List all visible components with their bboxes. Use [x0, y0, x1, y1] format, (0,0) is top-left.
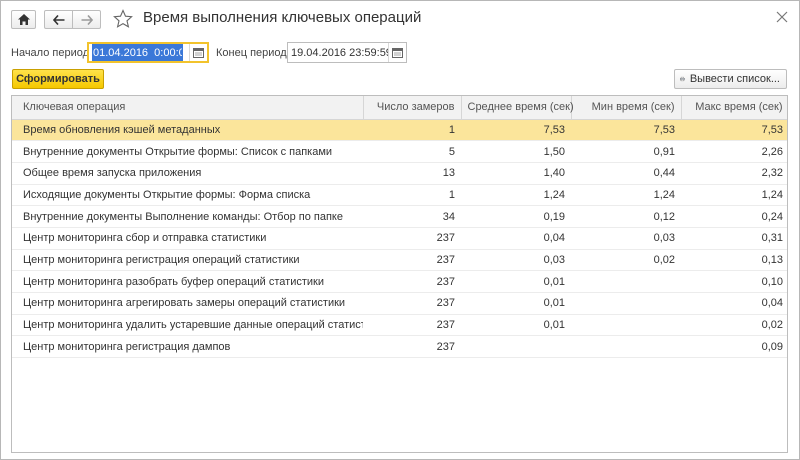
forward-button[interactable] — [72, 10, 101, 29]
cell-max: 2,32 — [681, 162, 787, 185]
table-row[interactable]: Центр мониторинга разобрать буфер операц… — [12, 270, 787, 293]
page-title: Время выполнения ключевых операций — [143, 9, 422, 26]
export-list-label: Вывести список... — [689, 73, 780, 85]
table-row[interactable]: Общее время запуска приложения 13 1,40 0… — [12, 162, 787, 185]
operations-table[interactable]: Ключевая операция Число замеров Среднее … — [11, 95, 788, 453]
cell-avg: 0,03 — [461, 249, 571, 272]
cell-count: 237 — [363, 270, 461, 293]
report-window: Время выполнения ключевых операций Начал… — [0, 0, 800, 460]
cell-max: 1,24 — [681, 184, 787, 207]
cell-min: 0,44 — [571, 162, 681, 185]
table-row[interactable]: Внутренние документы Открытие формы: Спи… — [12, 140, 787, 163]
arrow-right-icon — [81, 14, 93, 25]
calendar-icon — [392, 47, 403, 58]
start-period-field[interactable] — [87, 42, 209, 63]
column-header-operation[interactable]: Ключевая операция — [12, 96, 364, 120]
table-row[interactable]: Внутренние документы Выполнение команды:… — [12, 205, 787, 228]
cell-min: 7,53 — [571, 119, 681, 142]
end-period-label: Конец периода: — [216, 47, 296, 59]
end-period-input[interactable] — [291, 44, 388, 61]
start-period-label: Начало периода: — [11, 47, 99, 59]
table-header-row: Ключевая операция Число замеров Среднее … — [12, 96, 787, 120]
cell-avg: 1,40 — [461, 162, 571, 185]
cell-count: 237 — [363, 335, 461, 359]
cell-max: 2,26 — [681, 140, 787, 163]
cell-avg: 0,19 — [461, 205, 571, 228]
cell-min — [571, 335, 681, 359]
window-header: Время выполнения ключевых операций — [1, 1, 799, 37]
cell-max: 0,02 — [681, 314, 787, 337]
cell-operation: Центр мониторинга агрегировать замеры оп… — [12, 292, 363, 315]
cell-operation: Общее время запуска приложения — [12, 162, 363, 185]
cell-avg: 7,53 — [461, 119, 571, 142]
cell-operation: Внутренние документы Выполнение команды:… — [12, 205, 363, 228]
end-calendar-button[interactable] — [388, 43, 406, 62]
cell-min: 0,03 — [571, 227, 681, 250]
cell-min: 0,12 — [571, 205, 681, 228]
cell-max: 7,53 — [681, 119, 787, 142]
cell-max: 0,31 — [681, 227, 787, 250]
cell-max: 0,24 — [681, 205, 787, 228]
table-row[interactable]: Центр мониторинга агрегировать замеры оп… — [12, 292, 787, 315]
cell-max: 0,09 — [681, 335, 787, 359]
cell-count: 237 — [363, 227, 461, 250]
column-header-count[interactable]: Число замеров — [363, 96, 462, 120]
table-row[interactable]: Время обновления кэшей метаданных 1 7,53… — [12, 119, 787, 142]
cell-count: 5 — [363, 140, 461, 163]
cell-avg: 0,04 — [461, 227, 571, 250]
table-row[interactable]: Центр мониторинга сбор и отправка статис… — [12, 227, 787, 250]
cell-operation: Исходящие документы Открытие формы: Форм… — [12, 184, 363, 207]
cell-avg: 1,50 — [461, 140, 571, 163]
cell-max: 0,13 — [681, 249, 787, 272]
printer-list-icon — [680, 76, 685, 82]
home-button[interactable] — [11, 10, 36, 29]
export-list-button[interactable]: Вывести список... — [674, 69, 787, 89]
cell-min: 1,24 — [571, 184, 681, 207]
column-header-max[interactable]: Макс время (сек) — [681, 96, 787, 120]
cell-count: 1 — [363, 184, 461, 207]
cell-count: 13 — [363, 162, 461, 185]
cell-count: 237 — [363, 249, 461, 272]
cell-count: 237 — [363, 292, 461, 315]
cell-min — [571, 270, 681, 293]
cell-operation: Центр мониторинга регистрация операций с… — [12, 249, 363, 272]
star-icon[interactable] — [113, 9, 133, 29]
cell-operation: Центр мониторинга удалить устаревшие дан… — [12, 314, 363, 337]
cell-count: 1 — [363, 119, 461, 142]
cell-min — [571, 314, 681, 337]
cell-min: 0,91 — [571, 140, 681, 163]
cell-count: 34 — [363, 205, 461, 228]
cell-count: 237 — [363, 314, 461, 337]
cell-operation: Внутренние документы Открытие формы: Спи… — [12, 140, 363, 163]
cell-max: 0,10 — [681, 270, 787, 293]
start-period-input[interactable] — [92, 44, 183, 61]
back-button[interactable] — [44, 10, 73, 29]
home-icon — [17, 14, 30, 25]
calendar-icon — [193, 47, 204, 58]
column-header-avg[interactable]: Среднее время (сек) — [461, 96, 574, 120]
cell-operation: Центр мониторинга регистрация дампов — [12, 335, 363, 359]
table-row[interactable]: Исходящие документы Открытие формы: Форм… — [12, 184, 787, 207]
table-row[interactable]: Центр мониторинга удалить устаревшие дан… — [12, 314, 787, 337]
cell-max: 0,04 — [681, 292, 787, 315]
cell-min: 0,02 — [571, 249, 681, 272]
close-icon[interactable] — [775, 10, 789, 24]
cell-avg: 0,01 — [461, 270, 571, 293]
column-header-min[interactable]: Мин время (сек) — [571, 96, 682, 120]
end-period-field[interactable] — [287, 42, 407, 63]
cell-avg — [461, 335, 571, 359]
cell-avg: 0,01 — [461, 314, 571, 337]
table-row[interactable]: Центр мониторинга регистрация дампов 237… — [12, 335, 787, 359]
start-calendar-button[interactable] — [189, 44, 207, 61]
cell-avg: 1,24 — [461, 184, 571, 207]
cell-operation: Время обновления кэшей метаданных — [12, 119, 363, 142]
cell-avg: 0,01 — [461, 292, 571, 315]
generate-button[interactable]: Сформировать — [12, 69, 104, 89]
cell-min — [571, 292, 681, 315]
cell-operation: Центр мониторинга разобрать буфер операц… — [12, 270, 363, 293]
arrow-left-icon — [52, 14, 64, 25]
table-row[interactable]: Центр мониторинга регистрация операций с… — [12, 249, 787, 272]
cell-operation: Центр мониторинга сбор и отправка статис… — [12, 227, 363, 250]
